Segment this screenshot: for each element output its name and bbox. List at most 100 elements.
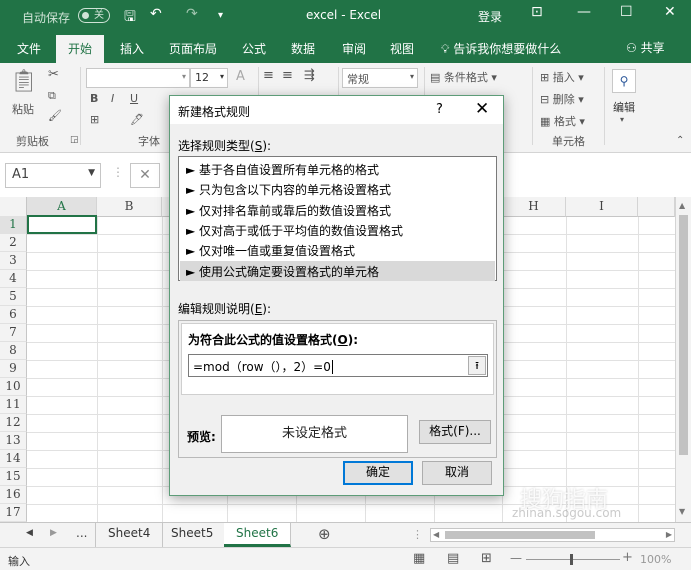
horizontal-scrollbar[interactable]: ◀ ▶ <box>430 528 675 542</box>
customize-toolbar-icon[interactable]: ▾ <box>218 10 223 21</box>
tab-file[interactable]: 文件 <box>17 40 41 57</box>
normal-view-icon[interactable]: ▦ <box>413 551 425 566</box>
font-name-box[interactable]: ▾ <box>86 68 190 88</box>
search-icon[interactable]: ⚲ <box>612 69 636 93</box>
row-header[interactable]: 11 <box>0 396 27 414</box>
tab-home[interactable]: 开始 <box>56 35 105 63</box>
tab-formulas[interactable]: 公式 <box>242 40 266 57</box>
cancel-button[interactable]: 取消 <box>422 461 492 485</box>
sheet-tab-sheet6[interactable]: Sheet6 <box>224 523 292 547</box>
help-button[interactable]: ? <box>436 102 443 117</box>
row-header[interactable]: 9 <box>0 360 27 378</box>
collapse-ribbon-icon[interactable]: ⌃ <box>676 135 684 146</box>
underline-icon[interactable]: U <box>130 92 138 105</box>
more-sheets-button[interactable]: ... <box>76 526 87 540</box>
formula-input[interactable]: =mod（row（），2）=0 ⭱ <box>188 354 488 377</box>
font-size-box[interactable]: 12 ▾ <box>190 68 228 88</box>
tell-me-search[interactable]: 💡︎ 告诉我你想要做什么 <box>441 40 561 57</box>
bold-icon[interactable]: B <box>90 92 98 105</box>
tab-insert[interactable]: 插入 <box>120 40 144 57</box>
scroll-right-icon[interactable]: ▶ <box>666 530 672 539</box>
row-header[interactable]: 7 <box>0 324 27 342</box>
rule-type-item[interactable]: ► 只为包含以下内容的单元格设置格式 <box>180 179 495 199</box>
scroll-down-icon[interactable]: ▼ <box>679 507 685 516</box>
row-header[interactable]: 15 <box>0 468 27 486</box>
column-header-b[interactable]: B <box>97 197 162 217</box>
vertical-scrollbar[interactable]: ▲ ▼ <box>675 197 691 522</box>
row-header[interactable]: 6 <box>0 306 27 324</box>
column-header-next[interactable] <box>638 197 675 217</box>
zoom-level[interactable]: 100% <box>640 553 671 566</box>
paste-icon[interactable]: 📋︎ <box>10 69 38 94</box>
row-header[interactable]: 17 <box>0 504 27 522</box>
wrap-text-icon[interactable]: ⇶ <box>304 68 315 83</box>
page-break-view-icon[interactable]: ⊞ <box>481 551 492 566</box>
undo-icon[interactable]: ↶ <box>150 6 162 22</box>
share-button[interactable]: ⚇ 共享 <box>626 39 665 56</box>
column-header-i[interactable]: I <box>566 197 638 217</box>
row-header[interactable]: 16 <box>0 486 27 504</box>
autosave-toggle[interactable]: 关 <box>78 8 110 23</box>
row-header[interactable]: 10 <box>0 378 27 396</box>
row-header[interactable]: 1 <box>0 216 27 234</box>
format-button[interactable]: 格式(F)... <box>419 420 491 444</box>
rule-type-item-selected[interactable]: ► 使用公式确定要设置格式的单元格 <box>180 261 495 281</box>
active-cell-a1[interactable] <box>27 215 97 234</box>
paste-label[interactable]: 粘贴 <box>12 101 34 117</box>
next-sheet-icon[interactable]: ▶ <box>50 528 57 538</box>
rule-type-item[interactable]: ► 基于各自值设置所有单元格的格式 <box>180 159 495 179</box>
format-painter-icon[interactable]: 🖌︎ <box>48 109 62 122</box>
row-header[interactable]: 3 <box>0 252 27 270</box>
login-link[interactable]: 登录 <box>478 8 502 25</box>
cut-icon[interactable]: ✂ <box>48 67 59 82</box>
vertical-scroll-thumb[interactable] <box>679 215 688 455</box>
zoom-in-icon[interactable]: + <box>622 550 633 565</box>
italic-icon[interactable]: I <box>111 92 114 105</box>
save-icon[interactable]: 🖫 <box>124 6 136 30</box>
tab-data[interactable]: 数据 <box>291 40 315 57</box>
prev-sheet-icon[interactable]: ◀ <box>26 528 33 538</box>
rule-type-item[interactable]: ► 仅对唯一值或重复值设置格式 <box>180 240 495 260</box>
sheet-tab-sheet5[interactable]: Sheet5 <box>159 523 227 547</box>
copy-icon[interactable]: ⧉ <box>48 89 56 103</box>
insert-cells-button[interactable]: ⊞ 插入 ▾ <box>540 69 584 85</box>
row-header[interactable]: 5 <box>0 288 27 306</box>
row-header[interactable]: 8 <box>0 342 27 360</box>
dialog-titlebar[interactable]: 新建格式规则 ? ✕ <box>170 96 503 124</box>
cancel-entry-button[interactable]: ✕ <box>130 163 160 188</box>
tab-page-layout[interactable]: 页面布局 <box>169 40 217 57</box>
align-top-icon[interactable]: ≡ <box>263 68 274 83</box>
clipboard-launcher-icon[interactable]: ◲ <box>70 135 79 145</box>
close-window-icon[interactable]: ✕ <box>664 4 676 20</box>
delete-cells-button[interactable]: ⊟ 删除 ▾ <box>540 91 584 107</box>
tab-view[interactable]: 视图 <box>390 40 414 57</box>
zoom-slider-thumb[interactable] <box>570 554 573 565</box>
edit-label[interactable]: 编辑 <box>613 99 635 115</box>
row-header[interactable]: 14 <box>0 450 27 468</box>
close-icon[interactable]: ✕ <box>475 99 489 119</box>
redo-icon[interactable]: ↷ <box>186 6 198 22</box>
align-middle-icon[interactable]: ≡ <box>282 68 293 83</box>
name-box[interactable]: A1 ▼ <box>5 163 101 188</box>
add-sheet-icon[interactable]: ⊕ <box>318 525 331 543</box>
edit-dropdown-icon[interactable]: ▾ <box>620 115 624 124</box>
number-format-box[interactable]: 常规 ▾ <box>342 68 418 88</box>
row-header[interactable]: 4 <box>0 270 27 288</box>
sheet-tab-sheet4[interactable]: Sheet4 <box>95 523 164 547</box>
rule-type-list[interactable]: ► 基于各自值设置所有单元格的格式 ► 只为包含以下内容的单元格设置格式 ► 仅… <box>178 156 497 281</box>
format-cells-button[interactable]: ▦ 格式 ▾ <box>540 113 585 129</box>
row-header[interactable]: 13 <box>0 432 27 450</box>
zoom-out-icon[interactable]: — <box>510 551 522 565</box>
scroll-up-icon[interactable]: ▲ <box>679 201 685 210</box>
collapse-dialog-icon[interactable]: ⭱ <box>468 356 486 375</box>
scroll-left-icon[interactable]: ◀ <box>433 530 439 539</box>
increase-font-icon[interactable]: A <box>236 69 245 84</box>
border-icon[interactable]: ⊞ <box>90 113 99 126</box>
minimize-icon[interactable]: — <box>577 4 591 20</box>
ok-button[interactable]: 确定 <box>343 461 413 485</box>
ribbon-display-icon[interactable]: ⊡ <box>531 4 543 20</box>
maximize-icon[interactable]: ☐ <box>620 4 633 20</box>
tab-review[interactable]: 审阅 <box>342 40 366 57</box>
row-header[interactable]: 12 <box>0 414 27 432</box>
name-box-dropdown-icon[interactable]: ▼ <box>88 168 95 178</box>
